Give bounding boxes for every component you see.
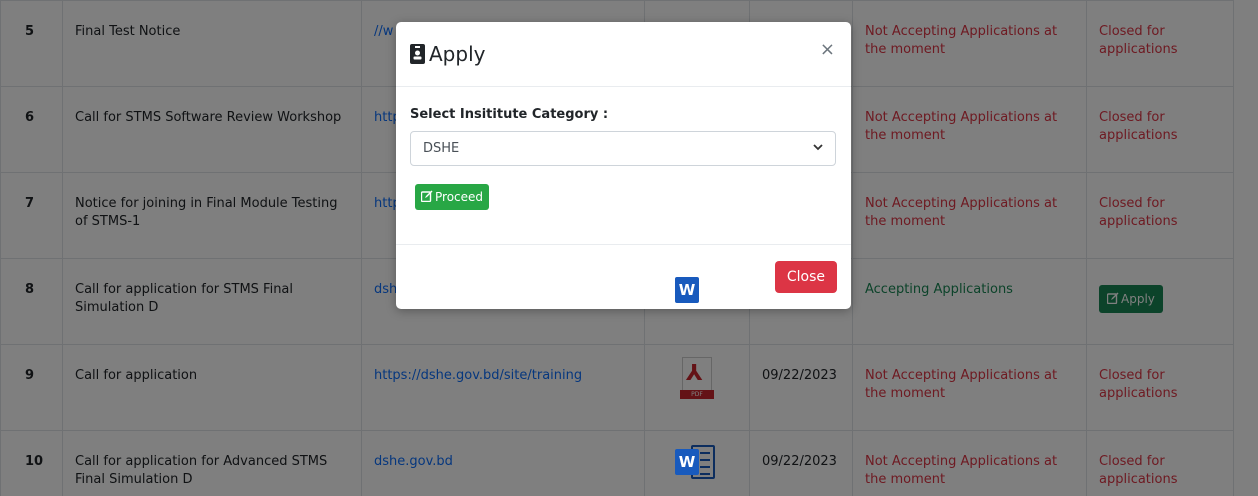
institute-category-select[interactable]: DSHE bbox=[410, 131, 836, 166]
modal-title-text: Apply bbox=[429, 42, 486, 66]
modal-body: Select Insititute Category : DSHE Procee… bbox=[396, 87, 851, 230]
apply-modal: Apply × Select Insititute Category : DSH… bbox=[396, 22, 851, 309]
institute-category-label: Select Insititute Category : bbox=[410, 107, 609, 122]
proceed-button[interactable]: Proceed bbox=[415, 184, 490, 210]
modal-header: Apply × bbox=[396, 22, 851, 87]
chevron-down-icon bbox=[813, 143, 823, 154]
id-card-icon bbox=[410, 44, 425, 64]
close-button[interactable]: Close bbox=[774, 261, 837, 293]
edit-icon bbox=[420, 190, 433, 203]
proceed-label: Proceed bbox=[435, 190, 484, 204]
modal-footer: Close bbox=[396, 244, 851, 309]
select-value: DSHE bbox=[423, 141, 460, 156]
close-icon[interactable]: × bbox=[820, 39, 835, 60]
modal-title: Apply bbox=[410, 42, 485, 66]
